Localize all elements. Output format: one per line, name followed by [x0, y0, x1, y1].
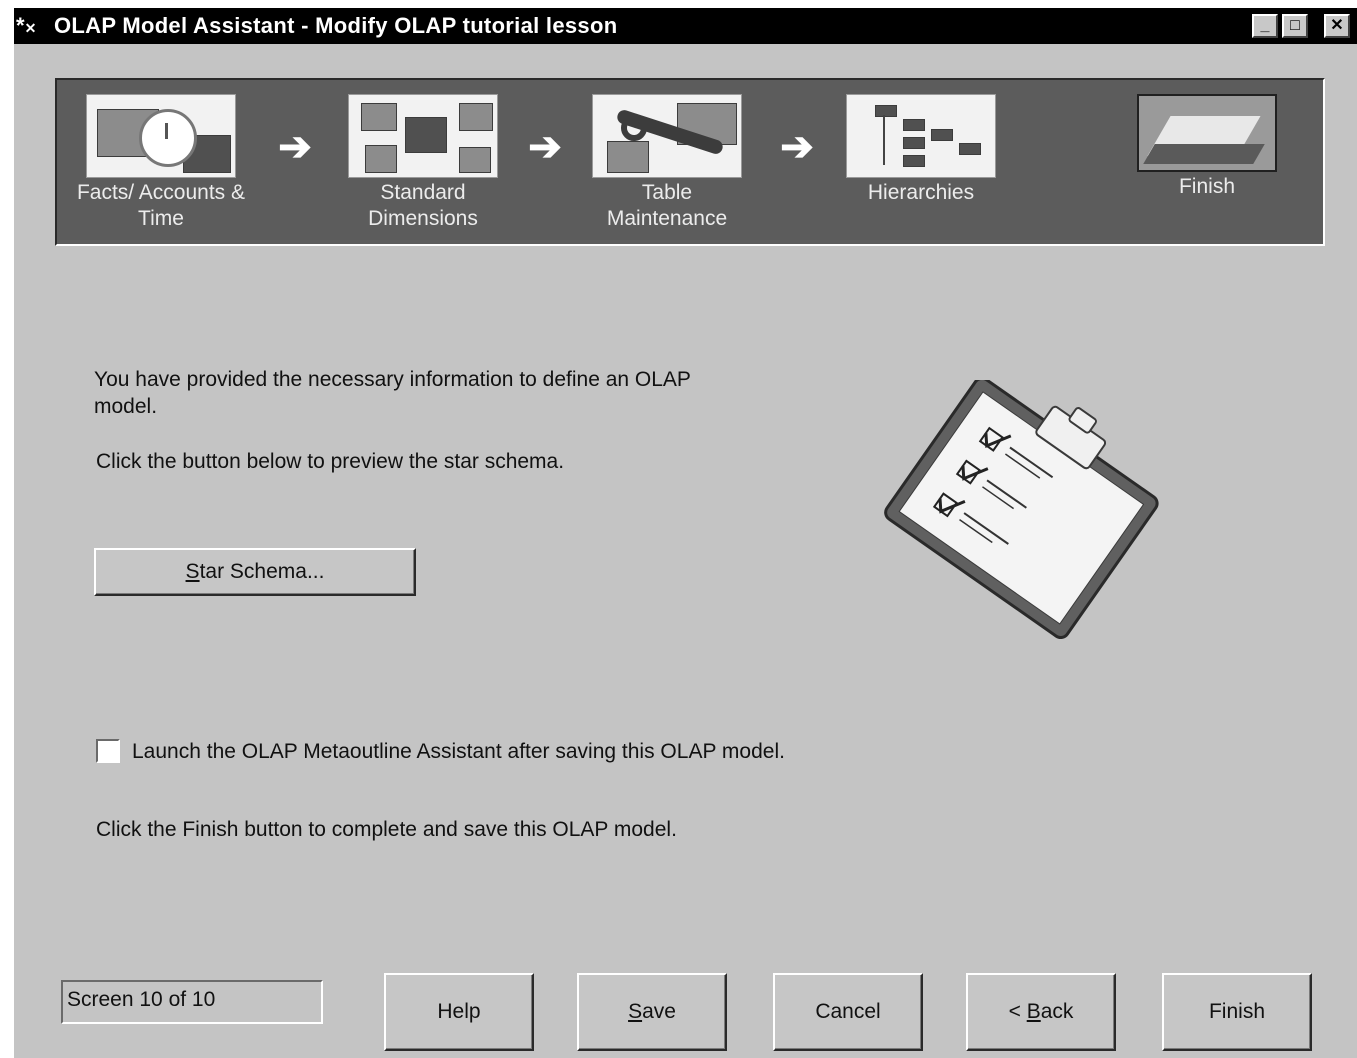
step-facts-accounts-time[interactable]: Facts/ Accounts & Time	[71, 94, 251, 232]
app-icon: *✕	[16, 13, 37, 38]
accelerator-key: S	[628, 1000, 643, 1023]
launch-metaoutline-label[interactable]: Launch the OLAP Metaoutline Assistant af…	[132, 738, 852, 765]
back-chevron: <	[1008, 1000, 1027, 1023]
screen-counter: Screen 10 of 10	[61, 980, 323, 1024]
table-maintenance-icon	[592, 94, 742, 178]
step-finish[interactable]: Finish	[1117, 94, 1297, 200]
step-standard-dimensions[interactable]: Standard Dimensions	[333, 94, 513, 232]
button-label: ack	[1040, 1000, 1074, 1023]
accelerator-key: S	[185, 560, 200, 583]
step-label: Hierarchies	[867, 181, 975, 204]
step-hierarchies[interactable]: Hierarchies	[831, 94, 1011, 206]
finish-button[interactable]: Finish	[1162, 973, 1312, 1051]
window-title: OLAP Model Assistant - Modify OLAP tutor…	[54, 13, 618, 38]
arrow-right-icon: ➔	[528, 125, 562, 169]
star-schema-button[interactable]: Star Schema...	[94, 548, 416, 596]
back-button[interactable]: < Back	[966, 973, 1116, 1051]
button-label: tar Schema...	[199, 560, 325, 583]
step-label: Table Maintenance	[606, 181, 728, 230]
step-label: Facts/ Accounts & Time	[76, 181, 246, 230]
olap-model-assistant-window: *✕ OLAP Model Assistant - Modify OLAP tu…	[14, 8, 1357, 1058]
facts-accounts-time-icon	[86, 94, 236, 178]
maximize-button[interactable]: □	[1282, 14, 1308, 38]
standard-dimensions-icon	[348, 94, 498, 178]
hierarchies-icon	[846, 94, 996, 178]
button-label: ave	[642, 1000, 676, 1023]
close-button[interactable]: ✕	[1324, 14, 1350, 38]
intro-text: You have provided the necessary informat…	[94, 368, 691, 418]
cancel-button[interactable]: Cancel	[773, 973, 923, 1051]
finish-instruction-text: Click the Finish button to complete and …	[96, 818, 677, 841]
step-label: Finish	[1178, 175, 1236, 198]
finish-icon	[1137, 94, 1277, 172]
save-button[interactable]: Save	[577, 973, 727, 1051]
step-table-maintenance[interactable]: Table Maintenance	[577, 94, 757, 232]
arrow-right-icon: ➔	[780, 125, 814, 169]
minimize-button[interactable]: _	[1252, 14, 1278, 38]
help-button[interactable]: Help	[384, 973, 534, 1051]
wizard-steps-panel: Facts/ Accounts & Time ➔ Standard Dimens…	[55, 78, 1325, 246]
preview-instruction-text: Click the button below to preview the st…	[96, 450, 565, 473]
launch-metaoutline-checkbox[interactable]	[96, 739, 120, 763]
arrow-right-icon: ➔	[278, 125, 312, 169]
accelerator-key: B	[1026, 1000, 1041, 1023]
title-bar[interactable]: *✕ OLAP Model Assistant - Modify OLAP tu…	[14, 8, 1357, 44]
step-label: Standard Dimensions	[368, 181, 478, 230]
clipboard-checklist-icon	[884, 380, 1159, 640]
